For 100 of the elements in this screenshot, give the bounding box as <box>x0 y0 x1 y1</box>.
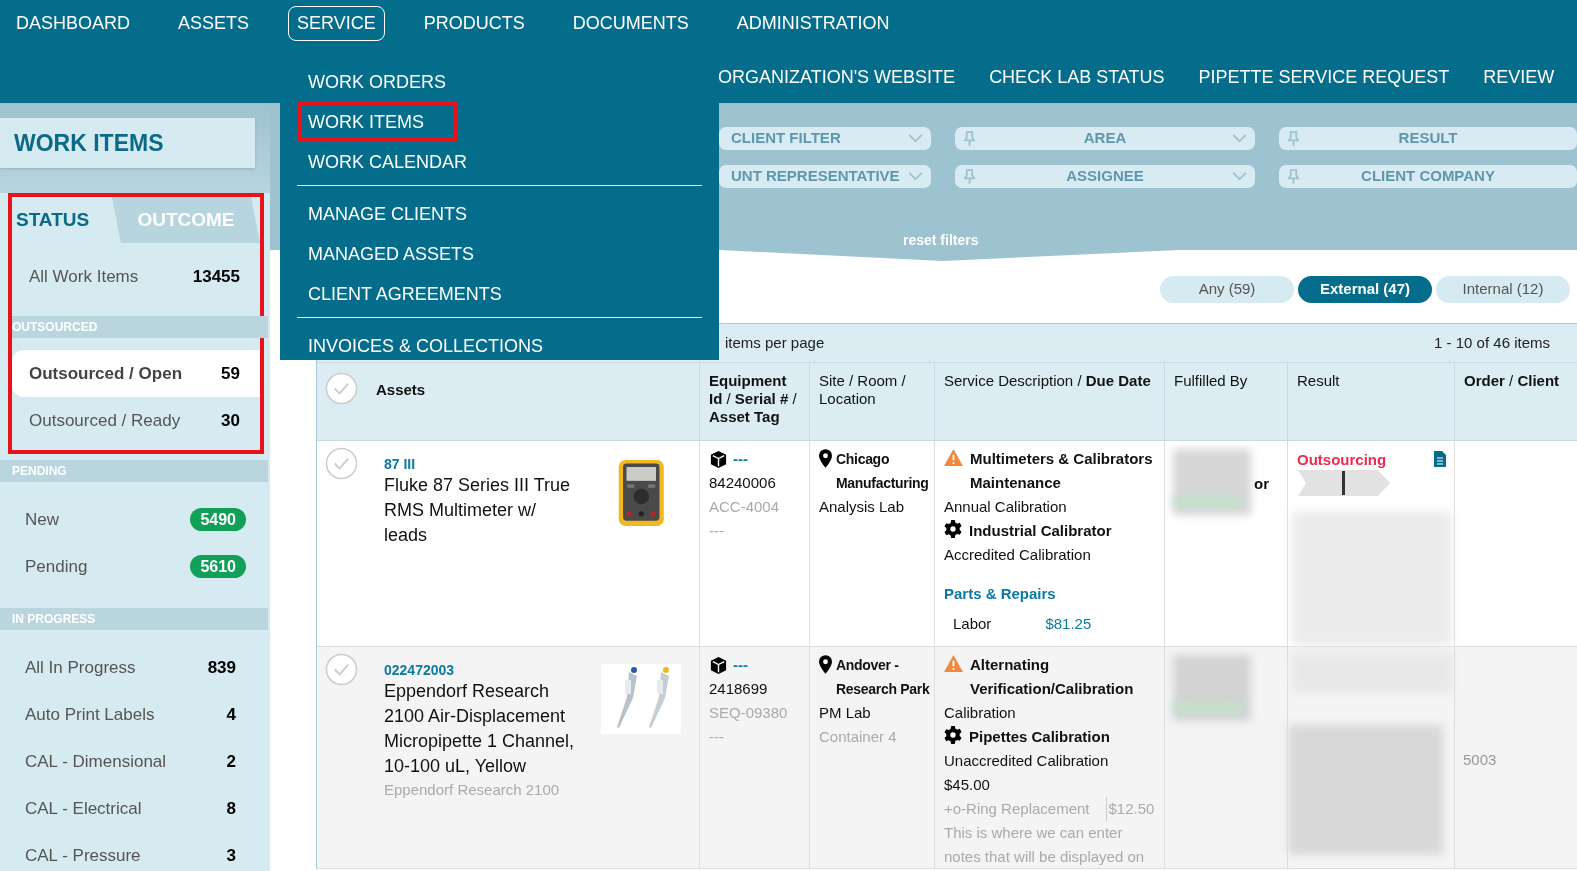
column-header: Site / Room / Location <box>819 372 906 407</box>
site-name: Chicago Manufacturing <box>819 447 934 495</box>
asset-id-link[interactable]: 022472003 <box>384 661 584 679</box>
section-header: IN PROGRESS <box>0 608 268 630</box>
item-count: 13455 <box>192 265 240 288</box>
charge-amount: $81.25 <box>1045 614 1092 634</box>
pin-icon <box>964 131 975 146</box>
nav-link[interactable]: PIPETTE SERVICE REQUEST <box>1198 64 1450 91</box>
asset-model: Eppendorf Research 2100 <box>384 780 561 800</box>
column-header: Result <box>1297 372 1340 389</box>
item-label: Outsourced / Ready <box>29 409 181 432</box>
sidebar-item[interactable]: CAL - Electrical 8 <box>8 785 256 832</box>
serial-number: 2418699 <box>709 679 769 699</box>
item-label: All Work Items <box>29 265 139 288</box>
service-text: Annual Calibration <box>944 497 1068 517</box>
menu-item[interactable]: MANAGED ASSETS <box>297 233 486 273</box>
scope-button[interactable]: External (47) <box>1298 276 1432 303</box>
truncated-name: or <box>1254 474 1269 494</box>
gear-icon <box>944 726 962 744</box>
chevron-down-icon <box>1232 134 1247 143</box>
menu-item[interactable]: WORK ITEMS <box>297 101 458 141</box>
service-text: $45.00 <box>944 775 991 795</box>
nav-tab[interactable]: DASHBOARD <box>7 6 140 41</box>
menu-item[interactable]: WORK ORDERS <box>297 61 457 101</box>
pin-icon <box>1288 169 1299 184</box>
serial-number: 84240006 <box>709 473 777 493</box>
asset-tag: SEQ-09380 <box>709 701 809 725</box>
select-all-checkbox[interactable] <box>325 372 358 405</box>
gear-icon <box>944 520 962 538</box>
item-count: 8 <box>226 797 236 820</box>
section-heading: Parts & Repairs <box>944 584 1057 604</box>
pin-icon <box>964 169 975 184</box>
service-category: Alternating Verification/Calibration <box>944 653 1158 701</box>
column-header: Equipment Id / Serial # / Asset Tag <box>709 372 797 425</box>
row-checkbox[interactable] <box>325 447 358 480</box>
menu-item[interactable]: MANAGE CLIENTS <box>297 193 479 233</box>
warning-icon <box>944 449 963 466</box>
nav-tab[interactable]: ASSETS <box>169 6 259 41</box>
item-label: CAL - Electrical <box>25 797 142 820</box>
map-pin-icon <box>819 449 832 468</box>
scope-button[interactable]: Any (59) <box>1160 276 1294 303</box>
progress-chevron-icon <box>1298 470 1390 496</box>
column-header: Fulfilled By <box>1174 372 1248 389</box>
box-icon <box>709 449 728 469</box>
item-label: Auto Print Labels <box>25 703 155 726</box>
room-name: Analysis Lab <box>819 497 906 517</box>
document-icon[interactable] <box>1434 451 1446 467</box>
row-checkbox[interactable] <box>325 653 358 686</box>
sidebar-item[interactable]: New 5490 <box>8 496 256 543</box>
sidebar-item[interactable]: Pending 5610 <box>8 543 256 590</box>
item-label: CAL - Pressure <box>25 844 141 867</box>
column-header: Service Description / Due Date <box>944 372 1151 389</box>
item-count: 2 <box>226 750 236 773</box>
item-label: New <box>25 508 59 531</box>
page-title: WORK ITEMS <box>0 118 255 168</box>
equipment-id: --- <box>733 655 748 675</box>
nav-tab[interactable]: ADMINISTRATION <box>727 6 899 41</box>
pin-icon <box>1288 131 1299 146</box>
column-header: Assets <box>376 380 426 400</box>
item-label: All In Progress <box>25 656 136 679</box>
sidebar-item[interactable]: Outsourced / Ready 30 <box>12 397 260 444</box>
menu-item[interactable]: INVOICES & COLLECTIONS <box>297 325 555 365</box>
menu-item[interactable]: WORK CALENDAR <box>297 141 479 181</box>
sidebar-item[interactable]: Auto Print Labels 4 <box>8 691 256 738</box>
asset-name: Eppendorf Research 2100 Air-Displacement Micropipette 1 Channel, 10-100 uL, Yellow <box>384 680 576 778</box>
column-header: Order / Client <box>1464 372 1560 389</box>
item-count: 30 <box>221 409 240 432</box>
service-note: This is where we can enter notes that will be displayed on <box>944 823 1146 867</box>
item-count: 3 <box>226 844 236 867</box>
addon-label: +o-Ring Replacement <box>944 799 1090 819</box>
warning-icon <box>944 655 963 672</box>
result-status: Outsourcing <box>1297 450 1387 470</box>
service-name: Pipettes Calibration <box>944 725 1158 749</box>
sidebar-item[interactable]: All In Progress 839 <box>8 644 256 691</box>
nav-link[interactable]: REVIEW <box>1483 64 1555 91</box>
service-category: Multimeters & Calibrators Maintenance <box>944 447 1158 495</box>
equipment-id: --- <box>733 449 748 469</box>
extra-field: --- <box>709 725 809 749</box>
sidebar-item[interactable]: Outsourced / Open 59 <box>12 350 260 397</box>
sidebar-item[interactable]: CAL - Dimensional 2 <box>8 738 256 785</box>
charge-label: Labor <box>953 614 992 634</box>
item-count: 59 <box>221 362 240 385</box>
nav-link[interactable]: CHECK LAB STATUS <box>989 64 1165 91</box>
scope-button[interactable]: Internal (12) <box>1436 276 1570 303</box>
nav-link[interactable]: ORGANIZATION'S WEBSITE <box>718 64 956 91</box>
nav-tab[interactable]: SERVICE <box>288 6 385 41</box>
nav-tab[interactable]: DOCUMENTS <box>563 6 698 41</box>
order-number: 5003 <box>1463 750 1497 770</box>
item-count: 4 <box>226 703 236 726</box>
asset-id-link[interactable]: 87 III <box>384 455 584 473</box>
sidebar-item[interactable]: CAL - Pressure 3 <box>8 832 256 871</box>
nav-tab[interactable]: PRODUCTS <box>414 6 534 41</box>
menu-item[interactable]: CLIENT AGREEMENTS <box>297 273 513 313</box>
service-name: Industrial Calibrator <box>944 519 1158 543</box>
room-name: PM Lab <box>819 703 872 723</box>
box-icon <box>709 655 728 675</box>
pager-label: items per page <box>725 332 825 353</box>
sidebar-item[interactable]: All Work Items 13455 <box>12 253 260 300</box>
section-header: OUTSOURCED <box>12 316 268 338</box>
item-label: CAL - Dimensional <box>25 750 167 773</box>
